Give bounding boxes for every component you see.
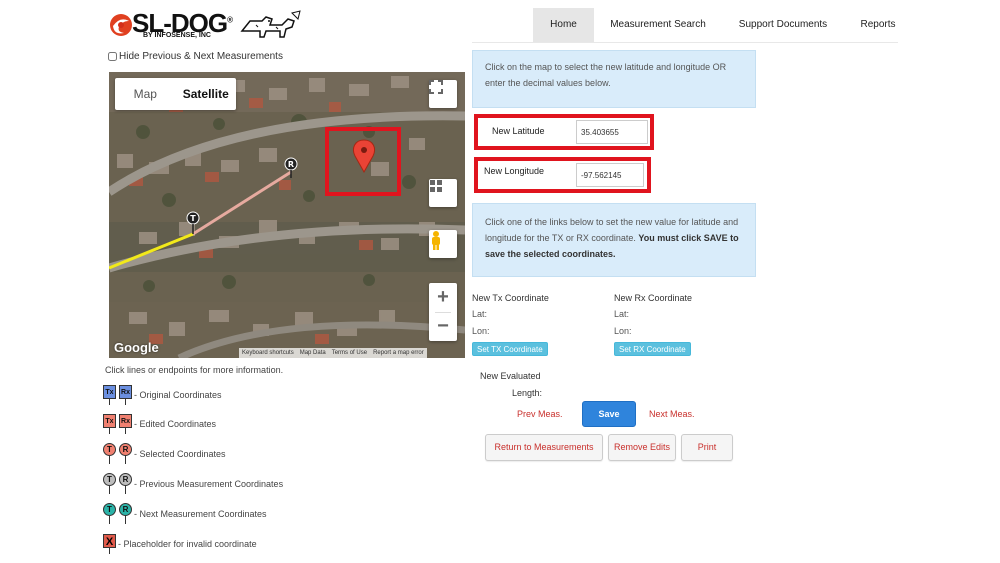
hide-prev-next-label: Hide Previous & Next Measurements bbox=[119, 51, 283, 62]
new-latitude-input[interactable] bbox=[576, 120, 648, 144]
remove-edits-button[interactable]: Remove Edits bbox=[608, 434, 676, 461]
svg-text:R: R bbox=[288, 160, 294, 169]
set-coordinate-instructions: Click one of the links below to set the … bbox=[472, 203, 756, 277]
street-view-button[interactable] bbox=[429, 230, 457, 258]
next-meas-link[interactable]: Next Meas. bbox=[649, 409, 695, 419]
legend-placeholder[interactable]: X - Placeholder for invalid coordinate bbox=[103, 531, 257, 557]
tx-square-pin-icon: Tx bbox=[103, 385, 116, 405]
legend-text: - Original Coordinates bbox=[134, 390, 222, 400]
hide-prev-next-option[interactable]: Hide Previous & Next Measurements bbox=[108, 51, 283, 62]
legend-header: Click lines or endpoints for more inform… bbox=[105, 365, 284, 375]
legend-text: - Previous Measurement Coordinates bbox=[134, 479, 284, 489]
invalid-placeholder-icon: X bbox=[103, 534, 116, 554]
minus-icon: − bbox=[437, 315, 449, 337]
legend-next[interactable]: T R - Next Measurement Coordinates bbox=[103, 501, 267, 527]
brand-logo[interactable]: SL-DOG® BY INFOSENSE, INC bbox=[108, 8, 304, 42]
set-rx-coordinate-button[interactable]: Set RX Coordinate bbox=[614, 342, 691, 356]
print-button[interactable]: Print bbox=[681, 434, 733, 461]
map-imagery: T R bbox=[109, 72, 465, 358]
satellite-map[interactable]: T R Map Satellite + − Google Keyboard sh… bbox=[109, 72, 465, 358]
terms-of-use-link[interactable]: Terms of Use bbox=[329, 348, 370, 358]
zoom-out-button[interactable]: − bbox=[429, 312, 457, 341]
t-round-pin-icon: T bbox=[103, 443, 116, 465]
new-longitude-input[interactable] bbox=[576, 163, 644, 187]
map-type-control: Map Satellite bbox=[115, 78, 236, 110]
nav-divider bbox=[472, 42, 898, 43]
length-label: Length: bbox=[512, 388, 543, 398]
return-to-measurements-button[interactable]: Return to Measurements bbox=[485, 434, 603, 461]
legend-edited[interactable]: Tx Rx - Edited Coordinates bbox=[103, 411, 216, 437]
swirl-logo-icon bbox=[110, 14, 132, 36]
map-type-satellite-button[interactable]: Satellite bbox=[176, 78, 237, 110]
hide-prev-next-checkbox[interactable] bbox=[108, 52, 117, 61]
t-round-pin-icon: T bbox=[103, 473, 116, 495]
tx-square-pin-icon: Tx bbox=[103, 414, 116, 434]
zoom-control: + − bbox=[429, 283, 457, 341]
brand-subtitle: BY INFOSENSE, INC bbox=[143, 32, 211, 39]
legend-previous[interactable]: T R - Previous Measurement Coordinates bbox=[103, 471, 283, 497]
t-round-pin-icon: T bbox=[103, 503, 116, 525]
new-longitude-group: New Longitude bbox=[474, 157, 651, 193]
set-tx-coordinate-button[interactable]: Set TX Coordinate bbox=[472, 342, 548, 356]
legend-text: - Next Measurement Coordinates bbox=[134, 509, 267, 519]
new-latitude-group: New Latitude bbox=[474, 114, 654, 150]
plus-icon: + bbox=[437, 286, 449, 308]
save-button[interactable]: Save bbox=[582, 401, 636, 427]
new-tx-lon-label: Lon: bbox=[472, 326, 490, 336]
new-longitude-label: New Longitude bbox=[484, 166, 545, 176]
prev-meas-link[interactable]: Prev Meas. bbox=[517, 409, 563, 419]
svg-text:T: T bbox=[190, 214, 196, 223]
zoom-in-button[interactable]: + bbox=[429, 283, 457, 312]
legend-text: - Edited Coordinates bbox=[134, 419, 217, 429]
new-rx-heading: New Rx Coordinate bbox=[614, 293, 693, 303]
layers-button[interactable] bbox=[429, 179, 457, 207]
rx-square-pin-icon: Rx bbox=[119, 385, 132, 405]
nav-support-documents[interactable]: Support Documents bbox=[728, 8, 838, 42]
r-round-pin-icon: R bbox=[119, 473, 132, 495]
legend-original[interactable]: Tx Rx - Original Coordinates bbox=[103, 382, 222, 408]
grid-icon bbox=[430, 180, 442, 192]
new-evaluated-label: New Evaluated bbox=[480, 371, 541, 381]
legend-text: - Placeholder for invalid coordinate bbox=[118, 539, 257, 549]
r-round-pin-icon: R bbox=[119, 503, 132, 525]
keyboard-shortcuts-link[interactable]: Keyboard shortcuts bbox=[239, 348, 297, 358]
map-data-link[interactable]: Map Data bbox=[297, 348, 329, 358]
fullscreen-button[interactable] bbox=[429, 80, 457, 108]
map-instructions: Click on the map to select the new latit… bbox=[472, 50, 756, 108]
new-tx-lat-label: Lat: bbox=[472, 309, 488, 319]
r-round-pin-icon: R bbox=[119, 443, 132, 465]
nav-reports[interactable]: Reports bbox=[850, 8, 906, 42]
new-tx-heading: New Tx Coordinate bbox=[472, 293, 549, 303]
new-evaluated-length: New Evaluated Length: bbox=[480, 368, 542, 402]
nav-home[interactable]: Home bbox=[533, 8, 594, 42]
report-map-error-link[interactable]: Report a map error bbox=[370, 348, 427, 358]
legend-selected[interactable]: T R - Selected Coordinates bbox=[103, 441, 226, 467]
pegman-icon bbox=[432, 231, 440, 250]
rx-square-pin-icon: Rx bbox=[119, 414, 132, 434]
legend-text: - Selected Coordinates bbox=[134, 449, 226, 459]
map-attribution: Keyboard shortcuts Map Data Terms of Use… bbox=[239, 348, 427, 358]
fullscreen-icon bbox=[429, 80, 443, 94]
map-type-map-button[interactable]: Map bbox=[115, 78, 176, 110]
new-latitude-label: New Latitude bbox=[492, 126, 545, 136]
selected-location-highlight bbox=[325, 127, 401, 196]
new-rx-lat-label: Lat: bbox=[614, 309, 630, 319]
nav-measurement-search[interactable]: Measurement Search bbox=[600, 8, 716, 42]
google-logo: Google bbox=[114, 340, 159, 355]
dog-mascot-icon bbox=[240, 10, 301, 38]
zoom-divider bbox=[435, 312, 451, 313]
new-rx-lon-label: Lon: bbox=[614, 326, 632, 336]
